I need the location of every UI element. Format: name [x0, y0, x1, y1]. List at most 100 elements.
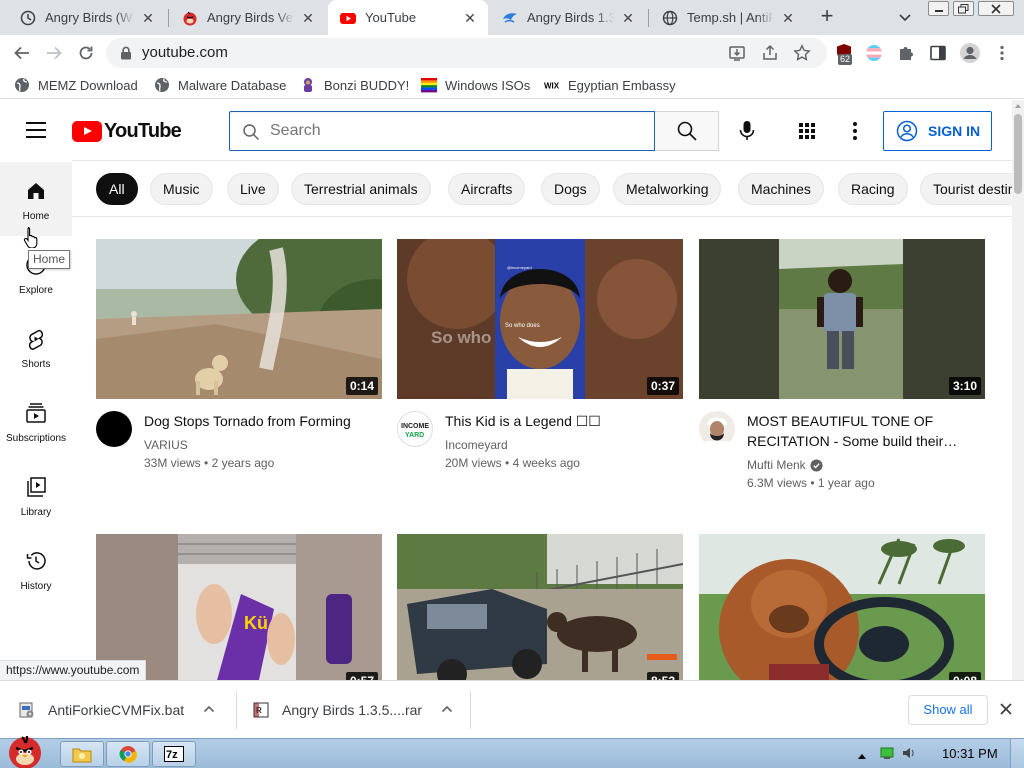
chip-terrestrial-animals[interactable]: Terrestrial animals — [291, 173, 431, 205]
sign-in-button[interactable]: SIGN IN — [883, 111, 992, 151]
taskbar-explorer-button[interactable] — [60, 741, 104, 767]
channel-name-text[interactable]: VARIUS — [144, 438, 188, 452]
tab-tempsh[interactable]: Temp.sh | AntiFo ✕ — [650, 0, 806, 35]
video-thumbnail[interactable]: 8:52 — [397, 534, 683, 680]
chip-aircrafts[interactable]: Aircrafts — [448, 173, 526, 205]
reload-button[interactable] — [74, 41, 98, 65]
tab-close-icon[interactable]: ✕ — [300, 10, 316, 26]
new-tab-button[interactable]: + — [815, 4, 839, 28]
sidebar-item-history[interactable]: History — [0, 532, 72, 606]
lock-icon[interactable] — [120, 46, 132, 63]
video-duration: 0:14 — [345, 377, 378, 395]
sidebar-item-library[interactable]: Library — [0, 458, 72, 532]
tab-search-chevron-icon[interactable] — [896, 8, 914, 26]
restore-button[interactable] — [953, 1, 974, 16]
search-input[interactable] — [270, 120, 640, 142]
close-shelf-icon[interactable] — [998, 701, 1014, 717]
show-all-downloads-button[interactable]: Show all — [908, 695, 988, 725]
tab-angry-birds-wii[interactable]: Angry Birds (Wii ✕ — [8, 0, 166, 35]
tab-close-icon[interactable]: ✕ — [462, 10, 478, 26]
tab-close-icon[interactable]: ✕ — [620, 10, 636, 26]
side-panel-icon[interactable] — [926, 41, 950, 65]
bookmark-egyptian-embassy[interactable]: WIX Egyptian Embassy — [544, 76, 676, 94]
tab-close-icon[interactable]: ✕ — [780, 10, 796, 26]
taskbar-7zip-button[interactable]: 7z — [152, 741, 196, 767]
search-button[interactable] — [655, 111, 719, 151]
video-thumbnail[interactable]: 0:14 — [96, 239, 382, 399]
video-title[interactable]: Dog Stops Tornado from Forming — [144, 411, 380, 431]
chip-dogs[interactable]: Dogs — [541, 173, 600, 205]
channel-name[interactable]: Incomeyard — [445, 438, 508, 452]
chip-machines[interactable]: Machines — [738, 173, 824, 205]
address-bar[interactable]: youtube.com — [106, 38, 827, 68]
taskbar-clock[interactable]: 10:31 PM — [942, 746, 998, 761]
bookmark-bonzi-buddy[interactable]: Bonzi BUDDY! — [300, 76, 409, 94]
video-title[interactable]: MOST BEAUTIFUL TONE OF RECITATION - Some… — [747, 411, 983, 451]
mouse-cursor-icon — [23, 226, 39, 251]
globe-icon — [14, 77, 30, 93]
ublock-extension-icon[interactable]: 62 — [833, 41, 857, 65]
video-title[interactable]: This Kid is a Legend ☐☐ — [445, 411, 681, 431]
voice-search-button[interactable] — [733, 117, 761, 145]
channel-name[interactable]: VARIUS — [144, 438, 188, 452]
chip-tourist-destinations[interactable]: Tourist destinations — [920, 173, 1012, 205]
show-desktop-button[interactable] — [1010, 739, 1024, 768]
channel-avatar[interactable] — [96, 411, 132, 447]
sidebar-item-subscriptions[interactable]: Subscriptions — [0, 384, 72, 458]
chip-all[interactable]: All — [96, 173, 138, 205]
close-window-button[interactable] — [978, 1, 1014, 16]
start-button-angry-bird-icon[interactable] — [0, 731, 52, 768]
sidebar-item-home[interactable]: Home — [0, 162, 72, 236]
bookmark-windows-isos[interactable]: Windows ISOs — [421, 76, 530, 94]
taskbar-chrome-button[interactable] — [106, 741, 150, 767]
guide-menu-button[interactable] — [26, 122, 46, 138]
chevron-up-icon[interactable] — [440, 702, 454, 719]
network-icon[interactable] — [880, 747, 894, 762]
bookmark-star-icon[interactable] — [793, 44, 811, 62]
channel-name-text[interactable]: Incomeyard — [445, 438, 508, 452]
volume-icon[interactable] — [902, 747, 916, 762]
settings-more-icon[interactable] — [845, 121, 865, 141]
page-scrollbar[interactable] — [1012, 100, 1024, 680]
scroll-up-arrow-icon[interactable] — [1015, 104, 1021, 108]
chip-music[interactable]: Music — [150, 173, 213, 205]
chip-metalworking[interactable]: Metalworking — [613, 173, 722, 205]
tab-angry-birds-versions[interactable]: Angry Birds Vers ✕ — [170, 0, 326, 35]
flag-extension-icon[interactable] — [862, 41, 886, 65]
minimize-button[interactable] — [928, 1, 949, 16]
show-hidden-icons-arrow-icon[interactable] — [858, 747, 866, 762]
tab-close-icon[interactable]: ✕ — [140, 10, 156, 26]
channel-name[interactable]: Mufti Menk — [747, 458, 823, 472]
youtube-logo[interactable]: YouTube — [72, 120, 182, 142]
video-thumbnail[interactable]: 0:08 — [699, 534, 985, 680]
view-count: 6.3M views — [747, 476, 808, 490]
sidebar-item-shorts[interactable]: Shorts — [0, 310, 72, 384]
profile-avatar-icon[interactable] — [958, 41, 982, 65]
channel-name-text[interactable]: Mufti Menk — [747, 458, 806, 472]
bookmark-malware-database[interactable]: Malware Database — [154, 76, 286, 94]
globe-favicon-icon — [662, 10, 678, 26]
bookmark-memz[interactable]: MEMZ Download — [14, 76, 138, 94]
search-box[interactable] — [229, 111, 655, 151]
channel-avatar[interactable] — [699, 411, 735, 447]
video-thumbnail[interactable]: 3:10 — [699, 239, 985, 399]
video-thumbnail[interactable]: So who So who does @incomeyard 0:37 — [397, 239, 683, 399]
chevron-up-icon[interactable] — [202, 702, 216, 719]
chrome-menu-icon[interactable] — [990, 41, 1014, 65]
extensions-puzzle-icon[interactable] — [894, 41, 918, 65]
chip-live[interactable]: Live — [227, 173, 279, 205]
back-button[interactable] — [10, 41, 34, 65]
install-app-icon[interactable] — [728, 44, 746, 62]
youtube-apps-icon[interactable] — [797, 121, 817, 141]
channel-avatar[interactable]: INCOME YARD — [397, 411, 433, 447]
scrollbar-thumb[interactable] — [1014, 114, 1022, 194]
video-thumbnail[interactable]: Kü 0:57 — [96, 534, 382, 680]
forward-button[interactable] — [42, 41, 66, 65]
chip-racing[interactable]: Racing — [838, 173, 908, 205]
share-icon[interactable] — [761, 44, 779, 62]
windows-taskbar: 7z 10:31 PM — [0, 735, 1024, 768]
tab-youtube[interactable]: YouTube ✕ — [328, 0, 488, 35]
video-meta: 20M views • 4 weeks ago — [445, 456, 580, 470]
tab-angry-birds-rar[interactable]: Angry Birds 1.3.5 ✕ — [490, 0, 646, 35]
download-item[interactable]: R Angry Birds 1.3.5....rar — [252, 681, 454, 739]
